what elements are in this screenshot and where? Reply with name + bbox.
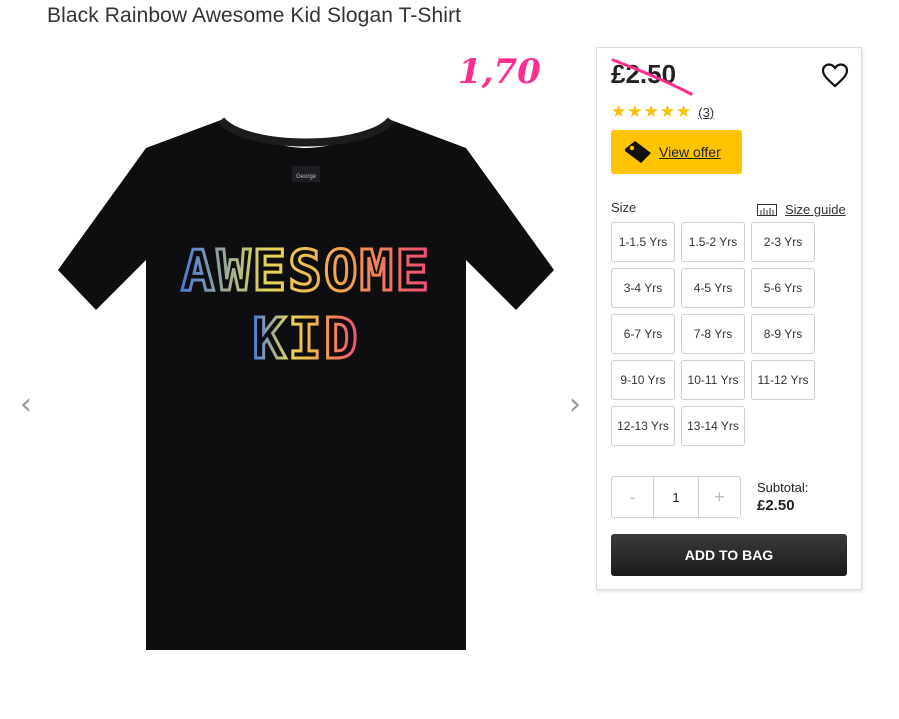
size-option-button[interactable]: 4-5 Yrs [681,268,745,308]
size-option-button[interactable]: 6-7 Yrs [611,314,675,354]
chevron-left-icon[interactable]: ‹ [16,388,36,422]
size-option-button[interactable]: 8-9 Yrs [751,314,815,354]
shirt-print-line1: AWESOME [181,239,431,304]
add-to-bag-button[interactable]: ADD TO BAG [611,534,847,576]
review-count-link[interactable]: (3) [698,105,714,120]
subtotal-value: £2.50 [757,497,795,514]
size-guide-label: Size guide [785,202,846,217]
star-icon: ★ [627,102,643,121]
size-option-button[interactable]: 9-10 Yrs [611,360,675,400]
chevron-right-icon[interactable]: › [565,388,585,422]
view-offer-button[interactable]: View offer [611,130,742,174]
star-icon: ★ [659,102,675,121]
size-option-button[interactable]: 7-8 Yrs [681,314,745,354]
size-option-button[interactable]: 11-12 Yrs [751,360,815,400]
size-label: Size [611,200,637,215]
heart-icon[interactable] [821,62,849,90]
price-strikethrough [611,58,693,96]
size-option-button[interactable]: 1.5-2 Yrs [681,222,745,262]
price-tag-icon [625,141,651,163]
size-option-button[interactable]: 10-11 Yrs [681,360,745,400]
neck-label-text: George [296,174,317,180]
shirt-print-line2: KID [252,307,359,372]
size-option-button[interactable]: 2-3 Yrs [751,222,815,262]
view-offer-label: View offer [659,144,721,160]
star-icon: ★ [643,102,659,121]
star-icon: ★ [676,102,692,121]
rating-stars: ★ ★ ★ ★ ★ (3) [611,103,714,121]
quantity-stepper: - 1 + [611,476,741,518]
size-guide-link[interactable]: Size guide [757,202,846,217]
subtotal-label: Subtotal: [757,480,809,495]
increase-quantity-button[interactable]: + [699,477,740,517]
size-option-button[interactable]: 5-6 Yrs [751,268,815,308]
ruler-icon [757,203,777,216]
size-option-button[interactable]: 1-1.5 Yrs [611,222,675,262]
product-image: George AWESOME KID [58,117,554,650]
size-option-button[interactable]: 12-13 Yrs [611,406,675,446]
size-option-button[interactable]: 13-14 Yrs [681,406,745,446]
quantity-value[interactable]: 1 [653,477,699,517]
size-option-button[interactable]: 3-4 Yrs [611,268,675,308]
handwritten-new-price: 1,70 [458,52,541,92]
product-title: Black Rainbow Awesome Kid Slogan T-Shirt [47,4,462,27]
decrease-quantity-button[interactable]: - [612,477,653,517]
purchase-panel: £2.50 ★ ★ ★ ★ ★ (3) View offer Size Size… [596,47,862,590]
star-icon: ★ [611,102,627,121]
